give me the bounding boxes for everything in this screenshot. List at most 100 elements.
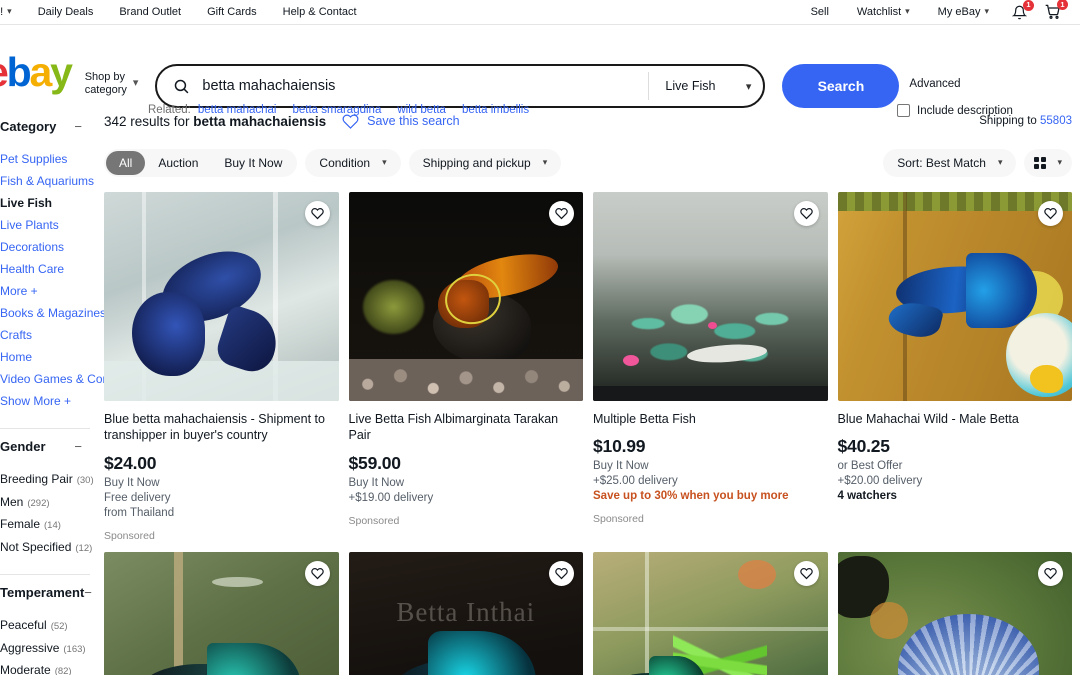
sort-dropdown-label: Sort: Best Match — [897, 156, 986, 170]
advanced-search-link[interactable]: Advanced — [909, 78, 960, 90]
sidebar-item-count: (14) — [44, 520, 61, 531]
listing-sponsored-label: Sponsored — [104, 529, 155, 542]
top-nav-item-my-ebay[interactable]: My eBay ▾ — [924, 6, 1003, 18]
sidebar-item-peaceful[interactable]: Peaceful (52) — [0, 614, 90, 637]
filter-pill-all[interactable]: All — [106, 151, 146, 175]
filter-dropdown-shipping-pickup[interactable]: Shipping and pickup ▾ — [408, 149, 562, 177]
sidebar-item-count: (292) — [27, 497, 50, 509]
buying-format-pill-group: All Auction Buy It Now — [104, 149, 298, 177]
watch-item-button[interactable] — [1038, 560, 1063, 586]
listing-image[interactable] — [104, 551, 339, 675]
listing-buying-format: Buy It Now — [593, 460, 649, 473]
filters-sidebar: Category − Pet Supplies Fish & Aquariums… — [0, 97, 137, 675]
filter-pill-buy-it-now[interactable]: Buy It Now — [211, 151, 295, 175]
sidebar-item-home[interactable]: Home — [0, 346, 90, 368]
sidebar-item-breeding-pair[interactable]: Breeding Pair (30) — [0, 468, 94, 491]
sidebar-item-more[interactable]: More + — [0, 280, 90, 302]
watch-item-button[interactable] — [304, 560, 330, 586]
watch-item-button[interactable] — [549, 201, 574, 226]
listing-title[interactable]: Blue betta mahachaiensis - Shipment to t… — [104, 411, 339, 444]
top-nav-item-help-contact[interactable]: Help & Contact — [270, 6, 370, 18]
sidebar-item-moderate[interactable]: Moderate (82) — [0, 659, 90, 675]
top-nav-item-daily-deals[interactable]: Daily Deals — [25, 6, 107, 18]
sidebar-list-category: Pet Supplies Fish & Aquariums Live Fish … — [0, 144, 137, 422]
listing-price: $24.00 — [104, 452, 157, 473]
listing-title[interactable]: Live Betta Fish Albimarginata Tarakan Pa… — [349, 411, 584, 444]
top-nav-right-links: Sell Watchlist ▾ My eBay ▾ 1 1 — [797, 0, 1080, 20]
cart-button[interactable]: 1 — [1036, 0, 1070, 20]
collapse-icon[interactable]: − — [74, 440, 82, 453]
listing-buying-format: Buy It Now — [104, 476, 160, 489]
sidebar-item-aggressive[interactable]: Aggressive (163) — [0, 637, 90, 660]
chevron-down-icon: ▾ — [382, 156, 387, 167]
top-nav-greeting-label: tt! — [0, 6, 4, 18]
sidebar-heading-label: Temperament — [0, 585, 85, 600]
sidebar-item-live-fish[interactable]: Live Fish — [0, 192, 90, 214]
listing-card: Blue Mahachai Wild - Male Betta $40.25 o… — [837, 192, 1073, 542]
sidebar-item-fish-aquariums[interactable]: Fish & Aquariums — [0, 170, 94, 192]
sidebar-heading-category[interactable]: Category − — [0, 109, 90, 144]
shipping-to-zip[interactable]: 55803 — [1040, 115, 1072, 127]
search-category-select[interactable]: Live Fish ▾ — [651, 79, 763, 93]
watch-item-button[interactable] — [1038, 201, 1063, 226]
sidebar-item-health-care[interactable]: Health Care — [0, 258, 90, 280]
listing-promo: Save up to 30% when you buy more — [593, 490, 789, 503]
sidebar-item-label: Peaceful — [0, 618, 47, 632]
sidebar-item-not-specified-gender[interactable]: Not Specified (12) — [0, 536, 92, 559]
listing-title[interactable]: Multiple Betta Fish — [593, 411, 828, 427]
notifications-button[interactable]: 1 — [1003, 0, 1036, 20]
listing-delivery: Free delivery — [104, 491, 171, 504]
listing-photo — [593, 551, 828, 675]
sidebar-item-show-more[interactable]: Show More + — [0, 390, 90, 412]
sidebar-item-live-plants[interactable]: Live Plants — [0, 214, 90, 236]
ebay-logo[interactable]: ebay — [0, 49, 73, 95]
listing-image[interactable]: Betta Inthai — [348, 551, 583, 675]
sidebar-heading-temperament[interactable]: Temperament − — [0, 575, 92, 610]
main-content: Category − Pet Supplies Fish & Aquariums… — [0, 97, 1080, 675]
sidebar-item-female[interactable]: Female (14) — [0, 513, 90, 536]
filter-pill-auction[interactable]: Auction — [145, 151, 211, 175]
logo-letter-y: y — [50, 49, 73, 95]
watch-item-button[interactable] — [793, 560, 819, 586]
filter-dropdown-condition[interactable]: Condition ▾ — [305, 149, 401, 177]
listing-delivery: +$19.00 delivery — [348, 491, 434, 504]
listing-image[interactable] — [104, 192, 339, 401]
listing-image[interactable] — [837, 551, 1072, 675]
chevron-down-icon: ▾ — [997, 156, 1003, 167]
top-nav-item-greeting[interactable]: tt!▾ — [0, 6, 25, 18]
listing-title[interactable]: Blue Mahachai Wild - Male Betta — [838, 411, 1073, 427]
listing-card: Blue betta mahachaiensis - Shipment to t… — [104, 192, 339, 542]
top-nav-item-gift-cards[interactable]: Gift Cards — [194, 6, 270, 18]
watch-item-button[interactable] — [304, 201, 330, 226]
watch-item-button[interactable] — [793, 201, 819, 226]
sidebar-heading-gender[interactable]: Gender − — [0, 429, 90, 464]
watch-item-button[interactable] — [549, 560, 574, 586]
view-mode-dropdown[interactable]: ▾ — [1024, 149, 1072, 177]
top-nav-item-sell[interactable]: Sell — [797, 6, 843, 18]
top-nav-item-watchlist[interactable]: Watchlist ▾ — [843, 6, 924, 18]
sidebar-item-decorations[interactable]: Decorations — [0, 236, 90, 258]
listing-image[interactable] — [348, 192, 583, 401]
logo-letter-e: e — [0, 49, 9, 95]
collapse-icon[interactable]: − — [74, 120, 82, 133]
listing-watchers: 4 watchers — [837, 490, 897, 503]
top-nav-item-brand-outlet[interactable]: Brand Outlet — [106, 6, 194, 18]
filter-bar: All Auction Buy It Now Condition ▾ Shipp… — [104, 148, 1080, 178]
save-this-search-link[interactable]: Save this search — [367, 114, 459, 128]
sidebar-item-men[interactable]: Men (292) — [0, 491, 90, 514]
sidebar-item-crafts[interactable]: Crafts — [0, 324, 90, 346]
sidebar-item-video-games-consoles[interactable]: Video Games & Consoles — [0, 368, 137, 390]
listing-image[interactable] — [593, 551, 828, 675]
grid-view-icon — [1034, 157, 1047, 169]
site-header: ebay Shop by category ▾ Live Fish ▾ Sear… — [0, 25, 1080, 117]
sidebar-item-pet-supplies[interactable]: Pet Supplies — [0, 148, 90, 170]
listing-image[interactable] — [837, 192, 1072, 401]
shop-by-line2: category — [84, 83, 127, 96]
listing-photo: Betta Inthai — [348, 551, 583, 675]
save-search-heart-icon[interactable] — [342, 113, 359, 130]
sort-dropdown[interactable]: Sort: Best Match ▾ — [883, 149, 1017, 177]
listing-photo — [348, 192, 583, 401]
shop-by-category-button[interactable]: Shop by category ▾ — [85, 71, 139, 97]
sidebar-item-books-magazines[interactable]: Books & Magazines — [0, 302, 106, 324]
listing-image[interactable] — [593, 192, 828, 401]
